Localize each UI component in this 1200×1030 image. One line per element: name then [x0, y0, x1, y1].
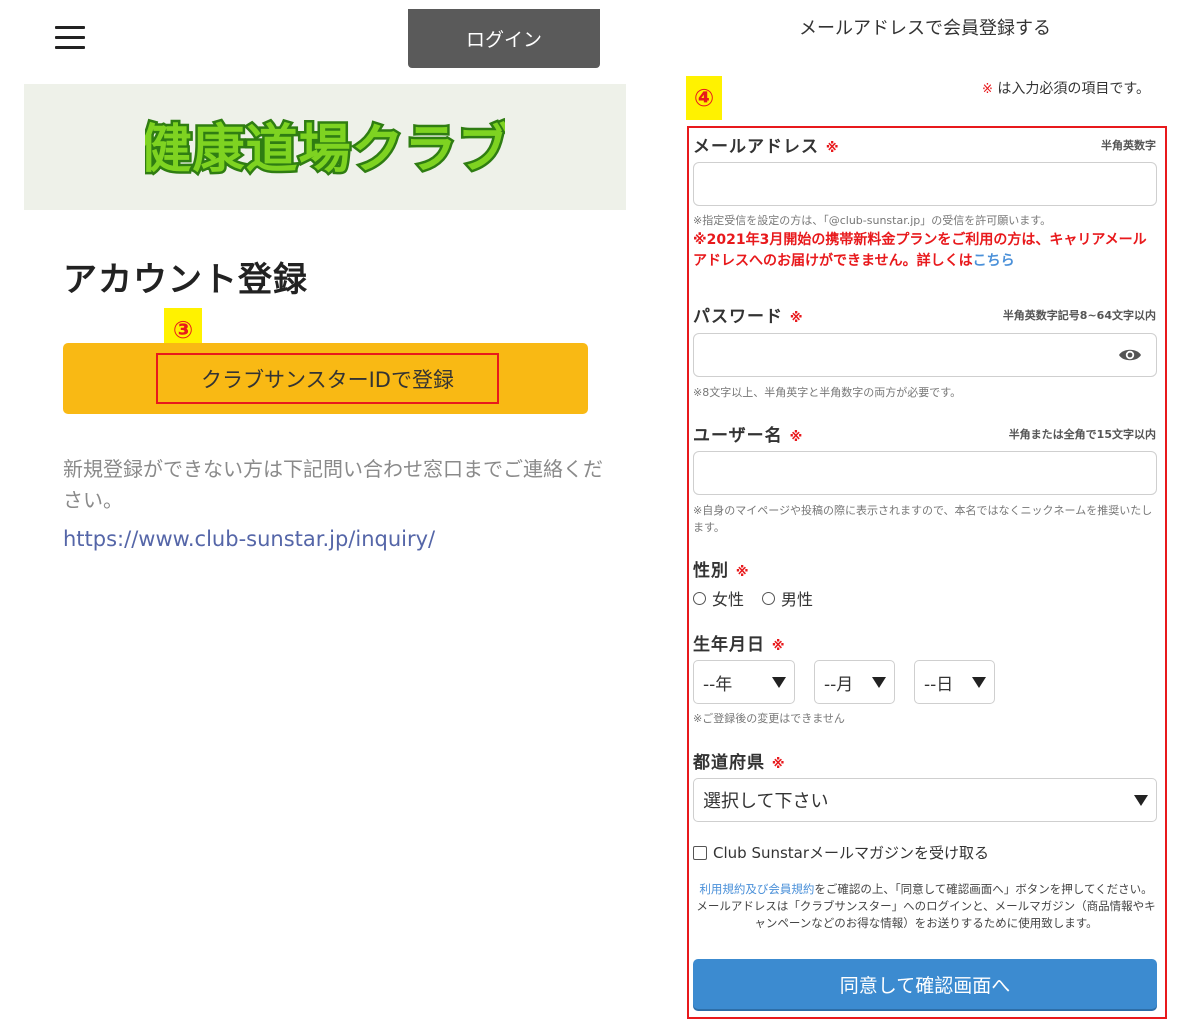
required-note-text: は入力必須の項目です。: [997, 81, 1150, 97]
email-label-text: メールアドレス: [693, 137, 819, 157]
eye-icon[interactable]: [1118, 345, 1142, 365]
terms-text-1: をご確認の上、「同意して確認画面へ」ボタンを押してください。: [814, 882, 1153, 896]
inquiry-link[interactable]: https://www.club-sunstar.jp/inquiry/: [63, 527, 435, 551]
password-note: ※8文字以上、半角英字と半角数字の両方が必要です。: [693, 386, 962, 399]
newsletter-option: Club Sunstarメールマガジンを受け取る: [693, 842, 989, 863]
birth-year-select[interactable]: --年: [693, 660, 795, 704]
details-link[interactable]: こちら: [973, 253, 1015, 269]
caret-down-icon: [772, 676, 786, 688]
club-sunstar-id-register-label: クラブサンスターIDで登録: [201, 367, 454, 392]
required-mark: ※: [789, 430, 804, 445]
gender-radio-female[interactable]: [693, 591, 706, 605]
step-badge-4: ④: [686, 76, 722, 120]
username-input[interactable]: [693, 451, 1157, 495]
password-label: パスワード ※: [693, 302, 804, 327]
email-input[interactable]: [693, 162, 1157, 206]
username-hint: 半角または全角で15文字以内: [1008, 428, 1156, 441]
gender-option-male-label: 男性: [781, 590, 814, 609]
gender-options: 女性 男性: [693, 586, 813, 610]
birth-day-value: --日: [924, 674, 954, 695]
required-mark: ※: [735, 565, 750, 580]
required-mark: ※: [825, 141, 840, 156]
prefecture-label-text: 都道府県: [693, 753, 765, 773]
page-title: アカウント登録: [63, 260, 308, 300]
email-note: ※指定受信を設定の方は、「@club-sunstar.jp」の受信を許可願います…: [693, 214, 1052, 227]
terms-link[interactable]: 利用規約及び会員規約: [699, 882, 814, 896]
menu-line: [55, 26, 85, 29]
birthdate-note: ※ご登録後の変更はできません: [693, 712, 845, 725]
email-label: メールアドレス ※: [693, 132, 840, 157]
birthdate-label: 生年月日 ※: [693, 630, 786, 655]
agree-and-confirm-button[interactable]: 同意して確認画面へ: [693, 959, 1157, 1009]
newsletter-label: Club Sunstarメールマガジンを受け取る: [713, 844, 990, 862]
login-button[interactable]: ログイン: [408, 9, 600, 68]
required-mark: ※: [771, 757, 786, 772]
password-hint: 半角英数字記号8~64文字以内: [1002, 309, 1156, 322]
site-banner: 健康道場クラブ: [24, 84, 626, 210]
email-registration-heading: メールアドレスで会員登録する: [799, 18, 1051, 39]
caret-down-icon: [1134, 794, 1148, 806]
terms-text-2: メールアドレスは「クラブサンスター」へのログインと、メールマガジン（商品情報やキ…: [696, 899, 1156, 930]
email-hint: 半角英数字: [1101, 139, 1156, 152]
caret-down-icon: [872, 676, 886, 688]
birth-month-select[interactable]: --月: [814, 660, 895, 704]
newsletter-checkbox[interactable]: [693, 845, 707, 860]
birth-month-value: --月: [824, 674, 854, 695]
required-note: ※ は入力必須の項目です。: [900, 78, 1150, 98]
menu-line: [55, 36, 85, 39]
logo-text: 健康道場クラブ: [145, 120, 505, 180]
gender-option-female-label: 女性: [712, 590, 745, 609]
caret-down-icon: [972, 676, 986, 688]
menu-line: [55, 46, 85, 49]
password-label-text: パスワード: [693, 307, 783, 327]
prefecture-label: 都道府県 ※: [693, 748, 786, 773]
username-note: ※自身のマイページや投稿の際に表示されますので、本名ではなくニックネームを推奨い…: [693, 504, 1153, 534]
username-label: ユーザー名 ※: [693, 421, 803, 446]
gender-label-text: 性別: [693, 561, 729, 581]
password-input[interactable]: [693, 333, 1157, 377]
prefecture-placeholder: 選択して下さい: [703, 791, 829, 812]
birth-day-select[interactable]: --日: [914, 660, 995, 704]
club-sunstar-id-register-highlight[interactable]: クラブサンスターIDで登録: [156, 353, 499, 404]
site-logo: 健康道場クラブ: [145, 118, 505, 183]
hamburger-menu-icon[interactable]: [55, 26, 85, 50]
gender-radio-male[interactable]: [762, 591, 776, 605]
carrier-warning-text: ※2021年3月開始の携帯新料金プランをご利用の方は、キャリアメールアドレスへの…: [693, 232, 1147, 269]
prefecture-select[interactable]: 選択して下さい: [693, 778, 1157, 822]
birth-year-value: --年: [703, 674, 733, 695]
required-mark: ※: [789, 311, 804, 326]
carrier-warning: ※2021年3月開始の携帯新料金プランをご利用の方は、キャリアメールアドレスへの…: [693, 230, 1159, 272]
registration-notice: 新規登録ができない方は下記問い合わせ窓口までご連絡ください。: [63, 457, 603, 512]
gender-label: 性別 ※: [693, 556, 750, 581]
required-mark: ※: [771, 639, 786, 654]
required-mark: ※: [982, 82, 993, 97]
terms-text: 利用規約及び会員規約をご確認の上、「同意して確認画面へ」ボタンを押してください。…: [693, 881, 1159, 932]
username-label-text: ユーザー名: [693, 426, 783, 446]
birthdate-label-text: 生年月日: [693, 635, 765, 655]
